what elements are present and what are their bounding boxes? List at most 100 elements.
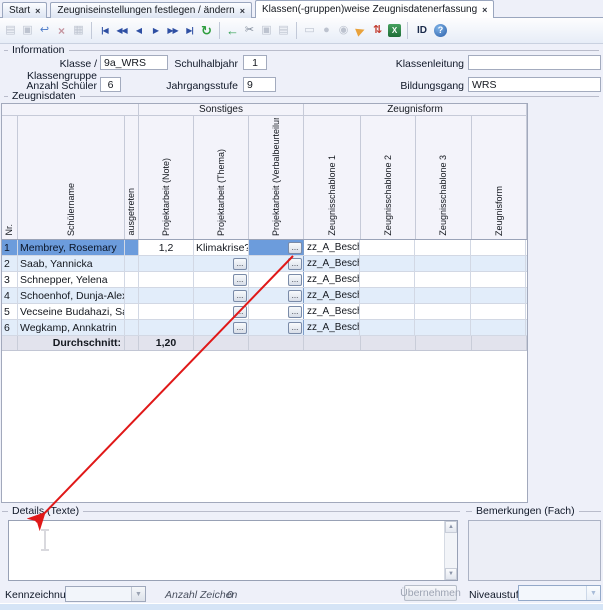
klassenleitung-input[interactable]: [468, 55, 601, 70]
details-scrollbar[interactable]: ▲ ▼: [444, 521, 457, 580]
preview-icon[interactable]: ●: [319, 22, 334, 40]
cell-thema[interactable]: ...: [194, 320, 249, 335]
cell-note[interactable]: [139, 304, 194, 319]
excel-export-icon[interactable]: X: [387, 22, 402, 40]
cell-nr[interactable]: 4: [2, 288, 18, 303]
cell-zeugnisform[interactable]: [471, 320, 526, 335]
column-header-zeugnisform[interactable]: Zeugnisform: [472, 116, 527, 239]
kennzeichnung-select[interactable]: ▼: [65, 586, 146, 602]
delete-table-icon[interactable]: ▦: [71, 22, 86, 40]
cell-schablone3[interactable]: [415, 272, 471, 287]
anzahl-schueler-input[interactable]: 6: [100, 77, 121, 92]
table-row[interactable]: 5 Vecseine Budahazi, Sarah-C... ... ... …: [2, 304, 527, 320]
column-header-ausgetreten[interactable]: ausgetreten: [125, 116, 139, 239]
cell-thema[interactable]: ...: [194, 304, 249, 319]
cell-schablone1[interactable]: zz_A_Beschei...: [303, 256, 360, 271]
cell-schablone3[interactable]: [415, 240, 471, 255]
cell-name[interactable]: Schnepper, Yelena: [18, 272, 125, 287]
cell-thema[interactable]: ...: [194, 272, 249, 287]
ellipsis-button[interactable]: ...: [233, 274, 247, 286]
import-export-icon[interactable]: ⇅: [370, 22, 385, 40]
table-row[interactable]: 4 Schoenhof, Dunja-Alexandra ... ... zz_…: [2, 288, 527, 304]
tab-zeugnisdatenerfassung[interactable]: Klassen(-gruppen)weise Zeugnisdatenerfas…: [255, 0, 494, 18]
cell-note[interactable]: [139, 288, 194, 303]
delete-icon[interactable]: ×: [54, 22, 69, 40]
cell-name[interactable]: Schoenhof, Dunja-Alexandra: [18, 288, 125, 303]
tab-zeugniseinstellungen[interactable]: Zeugniseinstellungen festlegen / ändern …: [50, 2, 252, 18]
column-header-schuelername[interactable]: Schülername: [18, 116, 125, 239]
ellipsis-button[interactable]: ...: [233, 322, 247, 334]
uebernehmen-button[interactable]: Übernehmen: [404, 585, 457, 601]
cell-note[interactable]: [139, 272, 194, 287]
ellipsis-button[interactable]: ...: [288, 242, 302, 254]
nav-last-icon[interactable]: ▶|: [182, 22, 197, 40]
close-tab-icon[interactable]: ×: [240, 6, 245, 16]
undo-icon[interactable]: ↩: [37, 22, 52, 40]
cell-zeugnisform[interactable]: [471, 272, 526, 287]
print-icon[interactable]: ▭: [302, 22, 317, 40]
cell-ausgetreten[interactable]: [125, 320, 139, 335]
cell-verbalbeurteilung[interactable]: ...: [249, 320, 304, 335]
ellipsis-button[interactable]: ...: [233, 306, 247, 318]
column-header-nr[interactable]: Nr.: [2, 116, 18, 239]
cell-schablone3[interactable]: [415, 304, 471, 319]
back-arrow-icon[interactable]: ←: [225, 22, 240, 40]
new-document-icon[interactable]: ▤: [3, 22, 18, 40]
column-header-zeugnisschablone-2[interactable]: Zeugnisschablone 2: [361, 116, 416, 239]
scroll-up-icon[interactable]: ▲: [445, 521, 457, 533]
column-header-projektarbeit-thema[interactable]: Projektarbeit (Thema): [194, 116, 249, 239]
cell-zeugnisform[interactable]: [471, 288, 526, 303]
table-row[interactable]: 1 Membrey, Rosemary 1,2 Klimakrise?... .…: [2, 240, 527, 256]
ellipsis-button[interactable]: ...: [288, 306, 302, 318]
cell-verbalbeurteilung[interactable]: ...: [249, 272, 304, 287]
help-button[interactable]: ?: [433, 22, 448, 40]
megaphone-icon[interactable]: ▶: [350, 19, 371, 41]
cell-nr[interactable]: 6: [2, 320, 18, 335]
cell-name[interactable]: Vecseine Budahazi, Sarah-C...: [18, 304, 125, 319]
ellipsis-button[interactable]: ...: [288, 322, 302, 334]
tab-start[interactable]: Start ×: [2, 2, 47, 18]
cell-schablone1[interactable]: zz_A_Beschei...: [303, 288, 360, 303]
cell-ausgetreten[interactable]: [125, 304, 139, 319]
cell-schablone2[interactable]: [360, 304, 415, 319]
ellipsis-button[interactable]: ...: [233, 290, 247, 302]
cell-name[interactable]: Saab, Yannicka: [18, 256, 125, 271]
cell-zeugnisform[interactable]: [471, 304, 526, 319]
cell-name[interactable]: Membrey, Rosemary: [18, 240, 125, 255]
cell-note[interactable]: [139, 256, 194, 271]
nav-back-icon[interactable]: ◀: [131, 22, 146, 40]
table-row[interactable]: 2 Saab, Yannicka ... ... zz_A_Beschei...: [2, 256, 527, 272]
cell-ausgetreten[interactable]: [125, 256, 139, 271]
cell-ausgetreten[interactable]: [125, 288, 139, 303]
table-row[interactable]: 3 Schnepper, Yelena ... ... zz_A_Beschei…: [2, 272, 527, 288]
cell-schablone2[interactable]: [360, 256, 415, 271]
details-textarea[interactable]: ▲ ▼: [8, 520, 458, 581]
cell-schablone3[interactable]: [415, 288, 471, 303]
table-row[interactable]: 6 Wegkamp, Annkatrin ... ... zz_A_Besche…: [2, 320, 527, 336]
cell-schablone2[interactable]: [360, 320, 415, 335]
niveaustufe-select[interactable]: ▼: [518, 585, 601, 601]
cell-thema[interactable]: ...: [194, 256, 249, 271]
cell-note[interactable]: 1,2: [139, 240, 194, 255]
cell-nr[interactable]: 3: [2, 272, 18, 287]
nav-first-icon[interactable]: |◀: [97, 22, 112, 40]
cell-zeugnisform[interactable]: [471, 240, 526, 255]
cell-schablone2[interactable]: [360, 240, 415, 255]
cell-note[interactable]: [139, 320, 194, 335]
close-tab-icon[interactable]: ×: [35, 6, 40, 16]
save-icon[interactable]: ▣: [20, 22, 35, 40]
refresh-icon[interactable]: ↻: [199, 22, 214, 40]
copy-icon[interactable]: ▣: [259, 22, 274, 40]
klasse-input[interactable]: 9a_WRS: [100, 55, 168, 70]
nav-fast-back-icon[interactable]: ◀◀: [114, 22, 129, 40]
bulb-icon[interactable]: ◉: [336, 22, 351, 40]
column-header-projektarbeit-verbalbeurteilung[interactable]: Projektarbeit (Verbalbeurteilung): [249, 116, 304, 239]
close-tab-icon[interactable]: ×: [482, 5, 487, 15]
cell-schablone2[interactable]: [360, 288, 415, 303]
ellipsis-button[interactable]: ...: [288, 290, 302, 302]
cell-ausgetreten[interactable]: [125, 272, 139, 287]
cell-schablone1[interactable]: zz_A_Beschei...: [303, 304, 360, 319]
schulhalbjahr-input[interactable]: 1: [243, 55, 267, 70]
cell-schablone1[interactable]: zz_A_Beschei...: [303, 272, 360, 287]
chevron-down-icon[interactable]: ▼: [586, 586, 600, 600]
